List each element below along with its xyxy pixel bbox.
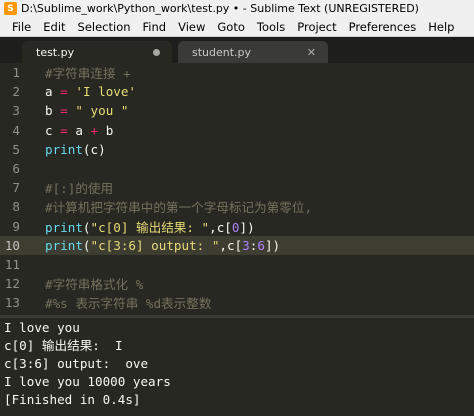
code-token: =	[60, 84, 68, 100]
code-line[interactable]: 12 #字符串格式化 %	[0, 274, 474, 293]
code-line[interactable]: 3 b = " you "	[0, 101, 474, 120]
code-token: "c[3:6] output: "	[90, 237, 220, 253]
line-number: 13	[4, 295, 20, 311]
code-token: +	[90, 122, 99, 138]
menu-bar: File Edit Selection Find View Goto Tools…	[0, 17, 474, 37]
line-number: 4	[12, 122, 20, 138]
code-line[interactable]: 2 a = 'I love'	[0, 82, 474, 101]
menu-find[interactable]: Find	[137, 20, 173, 34]
code-token: #[:]的使用	[45, 181, 114, 197]
code-token: (	[82, 219, 91, 235]
code-text: #字符串连接 +	[45, 63, 131, 82]
menu-goto[interactable]: Goto	[211, 20, 251, 34]
code-text: print(c)	[45, 142, 106, 157]
code-text: print("c[3:6] output: ",c[3:6])	[45, 238, 280, 253]
code-token: a	[45, 84, 61, 100]
tab-student-py[interactable]: student.py ✕	[178, 41, 328, 63]
code-token: =	[60, 122, 68, 138]
code-token: b	[45, 103, 61, 119]
code-text: a = 'I love'	[45, 84, 136, 99]
menu-help[interactable]: Help	[422, 20, 460, 34]
code-line[interactable]: 10 print("c[3:6] output: ",c[3:6])	[0, 235, 474, 255]
code-token: 3	[242, 237, 250, 253]
line-number: 5	[12, 141, 20, 157]
code-token: =	[60, 103, 68, 119]
line-number: 11	[4, 256, 20, 272]
title-bar: S D:\Sublime_work\Python_work\test.py • …	[0, 0, 474, 17]
menu-edit[interactable]: Edit	[37, 20, 71, 34]
line-number: 10	[4, 237, 20, 253]
line-number: 6	[12, 161, 20, 177]
code-token: "c[0] 输出结果: "	[90, 219, 210, 235]
code-line[interactable]: 1 #字符串连接 +	[0, 63, 474, 82]
code-text: #%s 表示字符串 %d表示整数	[45, 293, 211, 312]
code-token: ])	[239, 219, 255, 235]
code-token: #字符串连接 +	[45, 66, 131, 82]
code-token: a	[67, 122, 91, 138]
line-number: 9	[12, 218, 20, 234]
tab-label: student.py	[192, 45, 252, 59]
code-token: (	[82, 237, 91, 253]
tab-label: test.py	[36, 45, 75, 59]
sublime-window: S D:\Sublime_work\Python_work\test.py • …	[0, 0, 474, 416]
code-token: print	[45, 237, 83, 253]
code-token: b	[98, 122, 114, 138]
code-token: print	[45, 141, 83, 157]
menu-file[interactable]: File	[6, 20, 37, 34]
output-line: I love you 10000 years	[4, 374, 171, 389]
line-number: 7	[12, 180, 20, 196]
sublime-logo-icon: S	[4, 2, 17, 15]
output-line: [Finished in 0.4s]	[4, 392, 141, 407]
code-line[interactable]: 7 #[:]的使用	[0, 178, 474, 197]
line-number: 3	[12, 103, 20, 119]
line-number: 2	[12, 84, 20, 100]
code-token: (c)	[82, 141, 106, 157]
tab-bar: test.py student.py ✕	[0, 37, 474, 63]
line-number: 12	[4, 276, 20, 292]
output-line: c[0] 输出结果: I	[4, 338, 123, 353]
output-line: c[3:6] output: ove	[4, 356, 149, 371]
code-token: #%s 表示字符串 %d表示整数	[45, 296, 212, 312]
menu-view[interactable]: View	[172, 20, 211, 34]
code-token: #计算机把字符串中的第一个字母标记为第零位,	[45, 200, 313, 216]
menu-preferences[interactable]: Preferences	[343, 20, 423, 34]
code-token: #字符串格式化 %	[45, 277, 144, 293]
code-token: print	[45, 219, 83, 235]
line-number: 8	[12, 199, 20, 215]
code-line[interactable]: 8 #计算机把字符串中的第一个字母标记为第零位,	[0, 197, 474, 216]
menu-tools[interactable]: Tools	[251, 20, 291, 34]
code-text: print("c[0] 输出结果: ",c[0])	[45, 217, 255, 236]
code-text: b = " you "	[45, 103, 128, 118]
menu-selection[interactable]: Selection	[72, 20, 137, 34]
tab-test-py[interactable]: test.py	[22, 41, 172, 63]
modified-dot-icon[interactable]	[153, 48, 160, 56]
line-number: 1	[12, 65, 20, 81]
code-token: 'I love'	[75, 84, 137, 100]
menu-project[interactable]: Project	[291, 20, 342, 34]
close-icon[interactable]: ✕	[307, 46, 316, 59]
code-line[interactable]: 11	[0, 255, 474, 274]
code-token: " you "	[75, 103, 129, 119]
output-line: I love you	[4, 320, 80, 335]
code-text: c = a + b	[45, 123, 113, 138]
code-line[interactable]: 6	[0, 159, 474, 178]
code-token: ])	[264, 237, 281, 253]
code-token: 6	[257, 237, 265, 253]
code-text: #计算机把字符串中的第一个字母标记为第零位,	[45, 197, 312, 216]
code-token: c	[45, 122, 61, 138]
code-line[interactable]: 4 c = a + b	[0, 121, 474, 140]
code-text: #字符串格式化 %	[45, 274, 143, 293]
code-token: ,c[	[219, 237, 243, 253]
code-line[interactable]: 5 print(c)	[0, 140, 474, 159]
build-output-panel: I love you c[0] 输出结果: I c[3:6] output: ove…	[0, 318, 474, 416]
window-title: D:\Sublime_work\Python_work\test.py • - …	[21, 2, 419, 15]
code-text: #[:]的使用	[45, 178, 113, 197]
code-editor[interactable]: 1 #字符串连接 + 2 a = 'I love' 3 b = " you " 4 c = a…	[0, 63, 474, 315]
code-line[interactable]: 13 #%s 表示字符串 %d表示整数	[0, 293, 474, 312]
code-line[interactable]: 9 print("c[0] 输出结果: ",c[0])	[0, 217, 474, 236]
code-token: ,c[	[209, 219, 232, 235]
